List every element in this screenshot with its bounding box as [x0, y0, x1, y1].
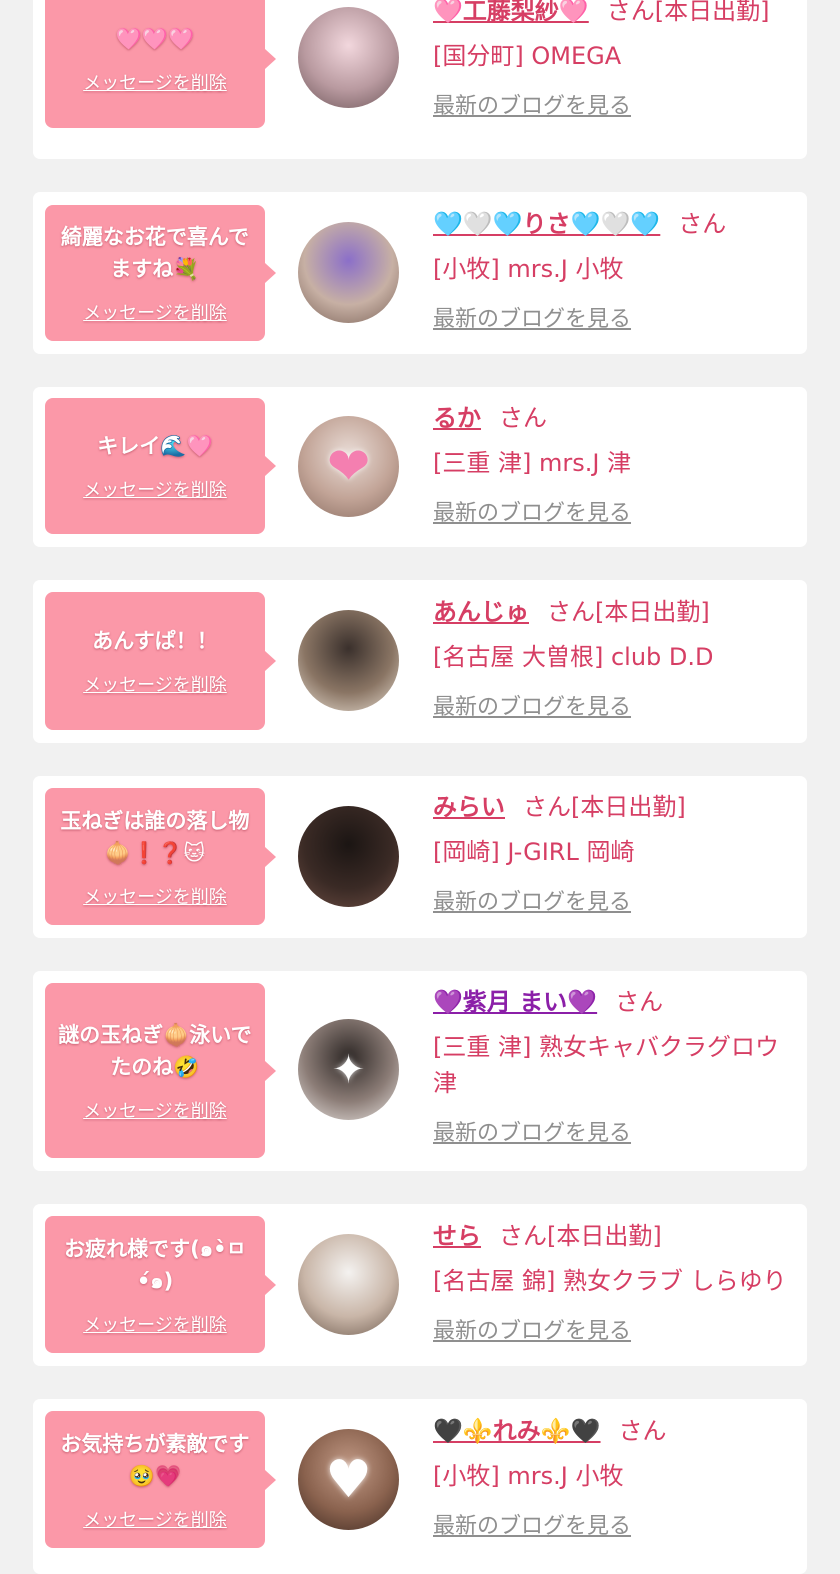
cast-info: るか さん [三重 津] mrs.J 津最新のブログを見る — [433, 401, 795, 527]
cast-name-link[interactable]: あんじゅ — [433, 598, 529, 626]
light-portrait-photo — [298, 1234, 399, 1335]
latest-blog-link[interactable]: 最新のブログを見る — [433, 1313, 631, 1345]
latest-blog-link[interactable]: 最新のブログを見る — [433, 1508, 631, 1540]
purple-hair-photo — [298, 222, 399, 323]
delete-message-link[interactable]: メッセージを削除 — [83, 1097, 227, 1123]
honorific-status: さん — [618, 1417, 667, 1445]
cast-info: 💜紫月 まい💜 さん [三重 津] 熟女キャバクラグロウ津最新のブログを見る — [433, 985, 795, 1147]
name-line: みらい さん[本日出勤] — [433, 790, 795, 824]
message-text: 綺麗なお花で喜んでますね💐 — [61, 225, 249, 281]
cast-info: みらい さん[本日出勤] [岡崎] J-GIRL 岡崎最新のブログを見る — [433, 790, 795, 916]
message-text: キレイ🌊🩷 — [97, 434, 213, 458]
latest-blog-link[interactable]: 最新のブログを見る — [433, 88, 631, 120]
shop-name: [三重 津] 熟女キャバクラグロウ津 — [433, 1033, 779, 1097]
delete-message-link[interactable]: メッセージを削除 — [83, 69, 227, 95]
honorific-status: さん — [615, 988, 664, 1016]
message-card: お疲れ様です(๑•̀ㅁ•́๑) メッセージを削除 せら さん[本日出勤] [名古屋 錦]… — [33, 1204, 807, 1366]
cast-info: 🩵🤍🩵りさ🩵🤍🩵 さん [小牧] mrs.J 小牧最新のブログを見る — [433, 207, 795, 333]
name-line: 🩷工藤梨紗🩷 さん[本日出勤] — [433, 0, 795, 28]
avatar[interactable] — [298, 610, 399, 711]
cast-name-link[interactable]: るか — [433, 404, 481, 432]
message-text: 🩷🩷🩷 — [115, 27, 195, 51]
heart-face-photo: ❤ — [326, 436, 371, 497]
avatar[interactable]: ❤ — [298, 416, 399, 517]
cast-name-link[interactable]: 🖤⚜️れみ⚜️🖤 — [433, 1417, 601, 1445]
message-text: お疲れ様です(๑•̀ㅁ•́๑) — [64, 1236, 246, 1293]
message-card: キレイ🌊🩷 メッセージを削除 ❤ るか さん [三重 津] mrs.J 津最新のブログを見… — [33, 387, 807, 547]
honorific-status: さん[本日出勤] — [547, 598, 710, 626]
latest-blog-link[interactable]: 最新のブログを見る — [433, 301, 631, 333]
latest-blog-link[interactable]: 最新のブログを見る — [433, 884, 631, 916]
bunny-hat-photo — [298, 7, 399, 108]
shop-name: [名古屋 錦] 熟女クラブ しらゆり — [433, 1267, 787, 1295]
delete-message-link[interactable]: メッセージを削除 — [83, 671, 227, 697]
shop-name: [岡崎] J-GIRL 岡崎 — [433, 838, 635, 866]
honorific-status: さん[本日出勤] — [499, 1222, 662, 1250]
cast-name-link[interactable]: せら — [433, 1222, 481, 1250]
latest-blog-link[interactable]: 最新のブログを見る — [433, 1115, 631, 1147]
message-bubble: キレイ🌊🩷 メッセージを削除 — [45, 398, 276, 534]
message-text: あんすぱ！！ — [92, 629, 218, 653]
name-line: せら さん[本日出勤] — [433, 1219, 795, 1253]
message-card: 玉ねぎは誰の落し物🧅❗❓🐱 メッセージを削除 みらい さん[本日出勤] [岡崎] J-G… — [33, 776, 807, 938]
avatar[interactable]: ✦ — [298, 1019, 399, 1120]
name-line: 🖤⚜️れみ⚜️🖤 さん — [433, 1414, 795, 1448]
message-text: 玉ねぎは誰の落し物🧅❗❓🐱 — [60, 808, 250, 865]
cast-name-link[interactable]: 💜紫月 まい💜 — [433, 988, 597, 1016]
message-bubble: お気持ちが素敵です🥹💗 メッセージを削除 — [45, 1411, 276, 1548]
cast-info: 🖤⚜️れみ⚜️🖤 さん [小牧] mrs.J 小牧最新のブログを見る — [433, 1414, 795, 1540]
message-bubble: お疲れ様です(๑•̀ㅁ•́๑) メッセージを削除 — [45, 1216, 276, 1353]
heart-face-photo: ♥ — [325, 1449, 372, 1510]
name-line: 💜紫月 まい💜 さん — [433, 985, 795, 1019]
message-card: あんすぱ！！ メッセージを削除 あんじゅ さん[本日出勤] [名古屋 大曽根] club… — [33, 580, 807, 743]
avatar[interactable] — [298, 806, 399, 907]
message-text: 謎の玉ねぎ🧅泳いでたのね🤣 — [58, 1022, 252, 1079]
message-bubble: あんすぱ！！ メッセージを削除 — [45, 592, 276, 730]
honorific-status: さん — [678, 210, 727, 238]
name-line: るか さん — [433, 401, 795, 435]
business-card-photo — [298, 610, 399, 711]
avatar[interactable]: ♥ — [298, 1429, 399, 1530]
honorific-status: さん[本日出勤] — [606, 0, 770, 25]
message-bubble: 謎の玉ねぎ🧅泳いでたのね🤣 メッセージを削除 — [45, 983, 276, 1158]
shop-name: [国分町] OMEGA — [433, 42, 622, 70]
latest-blog-link[interactable]: 最新のブログを見る — [433, 689, 631, 721]
delete-message-link[interactable]: メッセージを削除 — [83, 883, 227, 909]
avatar[interactable] — [298, 222, 399, 323]
shop-name: [三重 津] mrs.J 津 — [433, 449, 632, 477]
message-card: 綺麗なお花で喜んでますね💐 メッセージを削除 🩵🤍🩵りさ🩵🤍🩵 さん [小牧] mrs.… — [33, 192, 807, 354]
message-bubble: 綺麗なお花で喜んでますね💐 メッセージを削除 — [45, 205, 276, 341]
shop-name: [小牧] mrs.J 小牧 — [433, 1462, 624, 1490]
message-card: お気持ちが素敵です🥹💗 メッセージを削除 ♥ 🖤⚜️れみ⚜️🖤 さん [小牧] mrs.J… — [33, 1399, 807, 1574]
dark-portrait-photo — [298, 806, 399, 907]
cast-name-link[interactable]: 🩷工藤梨紗🩷 — [433, 0, 589, 25]
delete-message-link[interactable]: メッセージを削除 — [83, 1506, 227, 1532]
latest-blog-link[interactable]: 最新のブログを見る — [433, 495, 631, 527]
message-bubble: 玉ねぎは誰の落し物🧅❗❓🐱 メッセージを削除 — [45, 788, 276, 925]
name-line: あんじゅ さん[本日出勤] — [433, 595, 795, 629]
shop-name: [名古屋 大曽根] club D.D — [433, 643, 714, 671]
cast-name-link[interactable]: みらい — [433, 793, 505, 821]
message-card: 🩷🩷🩷 メッセージを削除 🩷工藤梨紗🩷 さん[本日出勤] [国分町] OMEGA 最新のブ… — [33, 0, 807, 159]
shop-name: [小牧] mrs.J 小牧 — [433, 255, 624, 283]
message-text: お気持ちが素敵です🥹💗 — [60, 1431, 250, 1488]
message-card: 謎の玉ねぎ🧅泳いでたのね🤣 メッセージを削除 ✦ 💜紫月 まい💜 さん [三重 津] 熟女… — [33, 971, 807, 1171]
honorific-status: さん[本日出勤] — [523, 793, 686, 821]
message-bubble: 🩷🩷🩷 メッセージを削除 — [45, 0, 276, 128]
cast-info: 🩷工藤梨紗🩷 さん[本日出勤] [国分町] OMEGA 最新のブログを見る — [433, 0, 795, 120]
delete-message-link[interactable]: メッセージを削除 — [83, 299, 227, 325]
cast-name-link[interactable]: 🩵🤍🩵りさ🩵🤍🩵 — [433, 210, 660, 238]
avatar[interactable] — [298, 1234, 399, 1335]
delete-message-link[interactable]: メッセージを削除 — [83, 476, 227, 502]
honorific-status: さん — [499, 404, 547, 432]
cast-info: せら さん[本日出勤] [名古屋 錦] 熟女クラブ しらゆり最新のブログを見る — [433, 1219, 795, 1345]
delete-message-link[interactable]: メッセージを削除 — [83, 1311, 227, 1337]
cast-info: あんじゅ さん[本日出勤] [名古屋 大曽根] club D.D 最新のブログを見る — [433, 595, 795, 721]
sparkle-portrait-photo: ✦ — [331, 1046, 366, 1093]
name-line: 🩵🤍🩵りさ🩵🤍🩵 さん — [433, 207, 795, 241]
avatar[interactable] — [298, 7, 399, 108]
